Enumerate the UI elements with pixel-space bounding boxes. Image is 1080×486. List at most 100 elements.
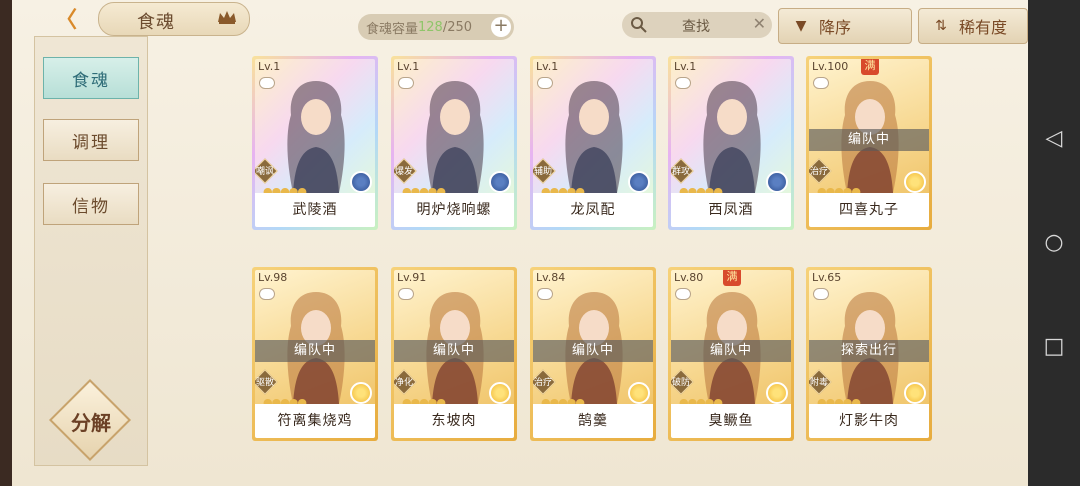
character-portrait [703, 81, 761, 193]
card-level: Lv.91 [397, 271, 427, 284]
capacity-current: 128 [418, 19, 443, 35]
soul-card[interactable]: Lv.1 群攻 ●●●●● 西凤酒 [668, 56, 794, 230]
card-level: Lv.1 [536, 60, 559, 73]
role-badge: 爆发 [394, 158, 417, 184]
add-capacity-button[interactable]: + [491, 17, 511, 37]
role-badge: 辅助 [533, 158, 556, 184]
role-label: 辅助 [533, 167, 552, 177]
nav-back-icon[interactable]: ◁ [1028, 118, 1080, 158]
soul-card[interactable]: Lv.65 探索出行 附毒 ●●●●● 灯影牛肉 [806, 267, 932, 441]
role-label: 爆发 [394, 167, 413, 177]
chat-bubble-icon [398, 288, 414, 300]
card-level: Lv.98 [258, 271, 288, 284]
element-flower-icon [904, 171, 926, 193]
chat-bubble-icon [813, 77, 829, 89]
soul-card[interactable]: Lv.1 爆发 ●●●●● 明炉烧响螺 [391, 56, 517, 230]
element-flower-icon [766, 171, 788, 193]
card-inner: Lv.80 满 编队中 破防 ●●●●● 臭鳜鱼 [671, 270, 791, 438]
card-level: Lv.84 [536, 271, 566, 284]
role-label: 治疗 [533, 378, 552, 388]
soul-card[interactable]: Lv.1 嘲讽 ●●●●● 武陵酒 [252, 56, 378, 230]
crown-icon[interactable] [217, 9, 237, 25]
card-name: 符离集烧鸡 [255, 404, 375, 438]
role-label: 驱散 [255, 378, 274, 388]
soul-card[interactable]: Lv.80 满 编队中 破防 ●●●●● 臭鳜鱼 [668, 267, 794, 441]
left-edge-bar [0, 0, 12, 486]
card-name: 武陵酒 [255, 193, 375, 227]
tab-soul[interactable]: 食魂 [43, 57, 139, 99]
soul-card[interactable]: Lv.100 满 编队中 治疗 ●●●●● 四喜丸子 [806, 56, 932, 230]
element-flower-icon [904, 382, 926, 404]
role-label: 治疗 [809, 167, 828, 177]
card-status: 编队中 [394, 340, 514, 362]
role-badge: 驱散 [255, 369, 278, 395]
soul-card[interactable]: Lv.91 编队中 净化 ●●●●● 东坡肉 [391, 267, 517, 441]
card-level: Lv.65 [812, 271, 842, 284]
sort-down-icon: ▼ [795, 18, 807, 34]
card-level: Lv.1 [397, 60, 420, 73]
capacity-indicator: 食魂容量 128 /250 + [358, 14, 514, 40]
card-name: 鹄羹 [533, 404, 653, 438]
role-badge: 附毒 [809, 369, 832, 395]
max-level-badge: 满 [723, 270, 741, 286]
element-flower-icon [766, 382, 788, 404]
chat-bubble-icon [813, 288, 829, 300]
card-status: 编队中 [255, 340, 375, 362]
search-icon [631, 17, 647, 33]
character-portrait [565, 81, 623, 193]
back-button[interactable]: 〈 [48, 4, 84, 33]
chat-bubble-icon [398, 77, 414, 89]
card-status: 探索出行 [809, 340, 929, 362]
card-name: 明炉烧响螺 [394, 193, 514, 227]
card-inner: Lv.98 编队中 驱散 ●●●●● 符离集烧鸡 [255, 270, 375, 438]
role-badge: 嘲讽 [255, 158, 278, 184]
card-status: 编队中 [809, 129, 929, 151]
card-status: 编队中 [533, 340, 653, 362]
decompose-label: 分解 [71, 411, 111, 435]
card-inner: Lv.1 辅助 ●●●●● 龙凤配 [533, 59, 653, 227]
role-badge: 净化 [394, 369, 417, 395]
soul-card[interactable]: Lv.98 编队中 驱散 ●●●●● 符离集烧鸡 [252, 267, 378, 441]
title-tab: 食魂 [98, 2, 250, 36]
card-inner: Lv.65 探索出行 附毒 ●●●●● 灯影牛肉 [809, 270, 929, 438]
sort-rarity-label: 稀有度 [959, 18, 1008, 37]
role-label: 净化 [394, 378, 413, 388]
sort-order-label: 降序 [819, 18, 852, 37]
card-inner: Lv.1 群攻 ●●●●● 西凤酒 [671, 59, 791, 227]
soul-card[interactable]: Lv.1 辅助 ●●●●● 龙凤配 [530, 56, 656, 230]
tab-keepsake[interactable]: 信物 [43, 183, 139, 225]
search-input[interactable]: 查找 ✕ [622, 12, 772, 38]
card-name: 龙凤配 [533, 193, 653, 227]
card-name: 西凤酒 [671, 193, 791, 227]
element-flower-icon [628, 171, 650, 193]
card-level: Lv.1 [674, 60, 697, 73]
card-status: 编队中 [671, 340, 791, 362]
role-label: 附毒 [809, 378, 828, 388]
sort-toggle-icon: ⇅ [935, 18, 947, 34]
card-name: 四喜丸子 [809, 193, 929, 227]
tab-cooking[interactable]: 调理 [43, 119, 139, 161]
nav-recent-icon[interactable]: □ [1028, 326, 1080, 366]
clear-search-button[interactable]: ✕ [753, 14, 766, 33]
sort-rarity-button[interactable]: ⇅ 稀有度 [918, 8, 1028, 44]
chat-bubble-icon [675, 77, 691, 89]
element-flower-icon [628, 382, 650, 404]
sort-order-button[interactable]: ▼ 降序 [778, 8, 912, 44]
system-navbar: ◁ ○ □ [1028, 0, 1080, 486]
character-portrait [426, 81, 484, 193]
decompose-button[interactable]: 分解 [48, 378, 132, 462]
element-flower-icon [489, 382, 511, 404]
chat-bubble-icon [537, 77, 553, 89]
role-badge: 破防 [671, 369, 694, 395]
soul-card[interactable]: Lv.84 编队中 治疗 ●●●●● 鹄羹 [530, 267, 656, 441]
card-inner: Lv.100 满 编队中 治疗 ●●●●● 四喜丸子 [809, 59, 929, 227]
role-label: 破防 [671, 378, 690, 388]
card-inner: Lv.91 编队中 净化 ●●●●● 东坡肉 [394, 270, 514, 438]
card-level: Lv.100 [812, 60, 849, 73]
capacity-max: /250 [442, 19, 473, 35]
chat-bubble-icon [259, 77, 275, 89]
nav-home-icon[interactable]: ○ [1028, 222, 1080, 262]
role-label: 嘲讽 [255, 167, 274, 177]
card-name: 灯影牛肉 [809, 404, 929, 438]
role-label: 群攻 [671, 167, 690, 177]
